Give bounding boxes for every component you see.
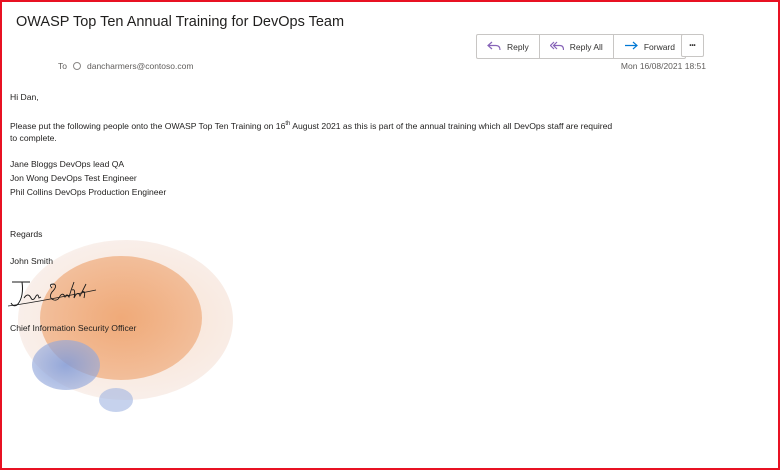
paragraph-line-2: to complete. xyxy=(10,133,57,143)
more-icon: ••• xyxy=(689,42,696,49)
reply-icon xyxy=(487,40,501,54)
reply-all-icon xyxy=(549,40,564,54)
action-bar: Reply Reply All Forward xyxy=(476,34,686,59)
body-paragraph: Please put the following people onto the… xyxy=(10,118,710,132)
watercolor-small-blue-blob xyxy=(99,388,133,412)
sender-title: Chief Information Security Officer xyxy=(10,323,137,333)
watercolor-blue-blob xyxy=(32,340,100,390)
sender-name: John Smith xyxy=(10,256,53,266)
reply-all-label: Reply All xyxy=(569,41,603,52)
contact-circle-icon xyxy=(72,62,81,70)
greeting: Hi Dan, xyxy=(10,92,39,102)
list-item: Phil Collins DevOps Production Engineer xyxy=(10,187,167,197)
forward-label: Forward xyxy=(643,41,675,52)
recipient-row: To dancharmers@contoso.com xyxy=(58,61,193,71)
paragraph-text-start: Please put the following people onto the… xyxy=(10,120,286,131)
forward-button[interactable]: Forward xyxy=(614,35,685,58)
list-item: Jon Wong DevOps Test Engineer xyxy=(10,173,137,183)
email-subject: OWASP Top Ten Annual Training for DevOps… xyxy=(16,14,345,30)
to-label: To xyxy=(58,61,67,71)
list-item: Jane Bloggs DevOps lead QA xyxy=(10,159,125,169)
paragraph-text-end: August 2021 as this is part of the annua… xyxy=(290,120,613,131)
handwritten-signature xyxy=(8,281,97,307)
forward-icon xyxy=(624,40,638,54)
recipient-address[interactable]: dancharmers@contoso.com xyxy=(87,61,193,71)
reply-all-button[interactable]: Reply All xyxy=(540,35,614,58)
sent-date: Mon 16/08/2021 18:51 xyxy=(620,61,706,71)
reply-label: Reply xyxy=(507,41,529,52)
closing-regards: Regards xyxy=(10,229,43,239)
reply-button[interactable]: Reply xyxy=(477,35,540,58)
more-options-button[interactable]: ••• xyxy=(681,34,704,57)
